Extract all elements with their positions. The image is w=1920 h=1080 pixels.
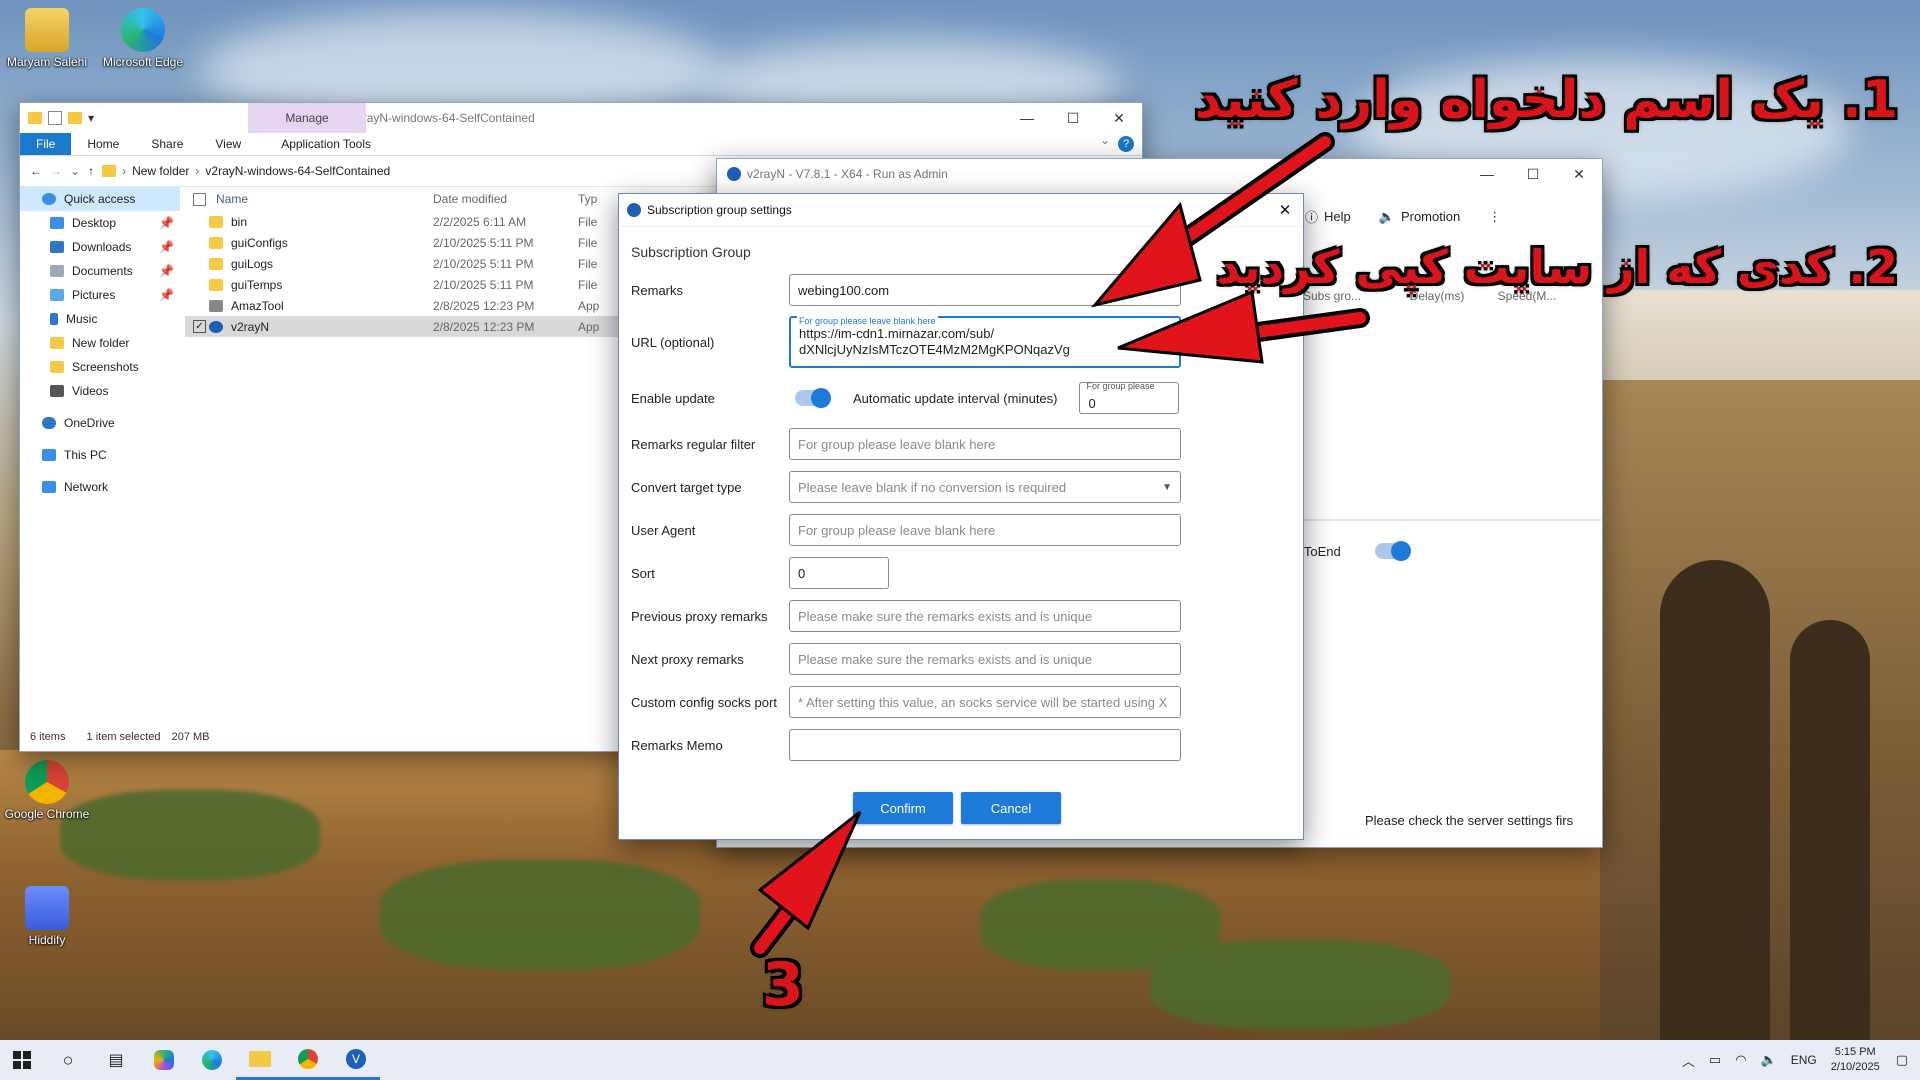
search-button[interactable]: ○ <box>44 1040 92 1080</box>
notifications-icon[interactable]: ▢ <box>1896 1052 1908 1068</box>
search-icon: ○ <box>62 1049 74 1070</box>
arrow-to-confirm <box>750 810 862 958</box>
volume-icon[interactable]: 🔈 <box>1761 1052 1777 1068</box>
arrow-to-remarks <box>1090 132 1335 308</box>
taskbar-v2rayn[interactable]: V <box>332 1040 380 1080</box>
taskbar-file-explorer[interactable] <box>236 1040 284 1080</box>
taskbar: ○ ▤ V ︿ ▭ ◠ 🔈 ENG 5:15 PM 2/10/2025 ▢ <box>0 1040 1920 1080</box>
start-button[interactable] <box>0 1040 44 1080</box>
battery-icon[interactable]: ▭ <box>1709 1052 1721 1068</box>
chrome-icon <box>298 1048 318 1069</box>
show-hidden-icons-button[interactable]: ︿ <box>1682 1051 1695 1070</box>
copilot-icon <box>154 1050 174 1070</box>
clock[interactable]: 5:15 PM 2/10/2025 <box>1831 1045 1880 1075</box>
language-indicator[interactable]: ENG <box>1791 1053 1817 1067</box>
v2rayn-icon: V <box>346 1048 366 1069</box>
arrow-to-url <box>1117 289 1370 364</box>
edge-icon <box>202 1050 222 1070</box>
task-view-icon: ▤ <box>108 1052 124 1069</box>
clock-time: 5:15 PM <box>1834 1046 1876 1058</box>
task-view-button[interactable]: ▤ <box>92 1040 140 1080</box>
taskbar-copilot[interactable] <box>140 1040 188 1080</box>
file-explorer-icon <box>249 1050 271 1067</box>
taskbar-edge[interactable] <box>188 1040 236 1080</box>
taskbar-chrome[interactable] <box>284 1040 332 1080</box>
annotation-arrows <box>750 132 1370 958</box>
clock-date: 2/10/2025 <box>1830 1061 1880 1073</box>
wifi-icon[interactable]: ◠ <box>1735 1052 1746 1068</box>
windows-logo-icon <box>13 1051 31 1069</box>
